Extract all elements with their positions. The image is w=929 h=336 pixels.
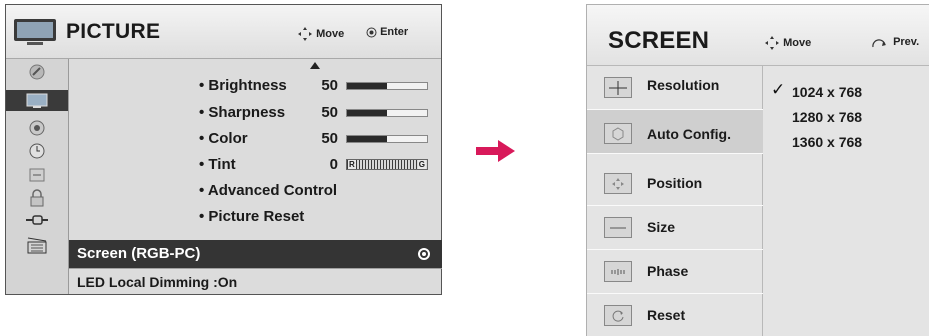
color-slider[interactable] bbox=[346, 135, 428, 143]
enter-icon bbox=[366, 27, 377, 38]
option-icon[interactable] bbox=[6, 164, 68, 185]
phase-item[interactable]: Phase bbox=[587, 250, 763, 294]
phase-label: Phase bbox=[647, 263, 689, 279]
size-icon bbox=[604, 217, 632, 238]
led-local-dimming-item[interactable]: LED Local Dimming :On bbox=[69, 268, 442, 294]
move-arrows-icon bbox=[765, 36, 779, 50]
reset-item[interactable]: Reset bbox=[587, 294, 763, 336]
screen-menu-header: SCREEN Move Prev. bbox=[587, 5, 929, 66]
size-item[interactable]: Size bbox=[587, 206, 763, 250]
sharpness-slider[interactable] bbox=[346, 109, 428, 117]
tint-slider[interactable]: R G bbox=[346, 159, 428, 170]
auto-config-item[interactable]: Auto Config. bbox=[587, 110, 763, 154]
enter-hint-label: Enter bbox=[380, 26, 409, 38]
brightness-value: 50 bbox=[321, 77, 338, 94]
auto-config-label: Auto Config. bbox=[647, 126, 731, 142]
tint-row[interactable]: • Tint 0 R G bbox=[70, 153, 441, 177]
clock-icon[interactable] bbox=[6, 140, 68, 161]
position-label: Position bbox=[647, 175, 703, 191]
tv-icon bbox=[14, 19, 56, 45]
tint-label: • Tint bbox=[199, 156, 236, 173]
picture-menu-title: PICTURE bbox=[66, 20, 161, 43]
resolution-options: ✓ 1024 x 768 1280 x 768 1360 x 768 bbox=[763, 66, 929, 186]
move-hint: Move bbox=[764, 35, 811, 51]
resolution-option-1280[interactable]: 1280 x 768 bbox=[792, 109, 862, 125]
advanced-control-row[interactable]: • Advanced Control bbox=[70, 179, 441, 203]
movie-icon[interactable] bbox=[6, 234, 68, 255]
scroll-up-icon[interactable] bbox=[310, 62, 320, 69]
advanced-control-label: • Advanced Control bbox=[199, 182, 338, 199]
reset-label: Reset bbox=[647, 307, 686, 323]
picture-menu-panel: PICTURE Move Enter • Brightness 50 • Sha… bbox=[5, 4, 442, 295]
brightness-slider[interactable] bbox=[346, 82, 428, 90]
screen-menu-list: Resolution Auto Config. Position Size Ph… bbox=[587, 66, 763, 336]
reset-icon bbox=[604, 305, 632, 326]
color-value: 50 bbox=[321, 130, 338, 147]
tint-green-label: G bbox=[417, 160, 426, 169]
sharpness-value: 50 bbox=[321, 104, 338, 121]
wrench-icon[interactable] bbox=[6, 61, 68, 82]
color-label: • Color bbox=[199, 130, 248, 147]
screen-menu-panel: SCREEN Move Prev. Resolution Auto Config… bbox=[586, 4, 929, 336]
picture-settings-list: • Brightness 50 • Sharpness 50 • Color 5… bbox=[70, 59, 441, 240]
move-hint-label: Move bbox=[783, 36, 812, 49]
audio-icon[interactable] bbox=[6, 117, 68, 138]
move-hint: Move bbox=[297, 26, 344, 42]
picture-reset-label: • Picture Reset bbox=[199, 208, 305, 225]
lock-icon[interactable] bbox=[6, 187, 68, 208]
sharpness-row[interactable]: • Sharpness 50 bbox=[70, 101, 441, 125]
check-icon: ✓ bbox=[771, 80, 786, 99]
size-label: Size bbox=[647, 219, 676, 235]
screen-menu-title: SCREEN bbox=[608, 27, 710, 54]
phase-icon bbox=[604, 261, 632, 282]
transition-arrow-icon bbox=[476, 140, 515, 162]
enter-hint: Enter bbox=[366, 26, 408, 38]
move-arrows-icon bbox=[298, 27, 312, 41]
resolution-icon bbox=[604, 77, 632, 98]
screen-rgb-pc-label: Screen (RGB-PC) bbox=[77, 245, 201, 262]
auto-config-icon bbox=[604, 123, 632, 144]
screen-rgb-pc-item[interactable]: Screen (RGB-PC) bbox=[69, 240, 442, 268]
color-slider-fill bbox=[347, 136, 387, 142]
sharpness-slider-fill bbox=[347, 110, 387, 116]
color-row[interactable]: • Color 50 bbox=[70, 127, 441, 151]
position-item[interactable]: Position bbox=[587, 162, 763, 206]
input-icon[interactable] bbox=[6, 209, 68, 230]
brightness-slider-fill bbox=[347, 83, 387, 89]
brightness-label: • Brightness bbox=[199, 77, 287, 94]
return-icon bbox=[872, 39, 886, 48]
tint-value: 0 bbox=[329, 156, 338, 173]
sharpness-label: • Sharpness bbox=[199, 104, 286, 121]
picture-menu-header: PICTURE Move Enter bbox=[6, 5, 441, 59]
picture-icon[interactable] bbox=[6, 90, 68, 111]
picture-reset-row[interactable]: • Picture Reset bbox=[70, 205, 441, 229]
resolution-option-1024[interactable]: 1024 x 768 bbox=[792, 84, 862, 100]
selected-radio-icon bbox=[418, 248, 430, 260]
prev-hint: Prev. bbox=[870, 35, 919, 49]
category-sidebar bbox=[6, 59, 69, 294]
resolution-label: Resolution bbox=[647, 77, 720, 93]
resolution-item[interactable]: Resolution bbox=[587, 66, 763, 110]
brightness-row[interactable]: • Brightness 50 bbox=[70, 74, 441, 98]
tint-red-label: R bbox=[348, 160, 356, 169]
resolution-option-1360[interactable]: 1360 x 768 bbox=[792, 134, 862, 150]
position-icon bbox=[604, 173, 632, 194]
prev-hint-label: Prev. bbox=[893, 35, 920, 48]
move-hint-label: Move bbox=[316, 27, 345, 40]
led-local-dimming-label: LED Local Dimming :On bbox=[77, 274, 238, 290]
